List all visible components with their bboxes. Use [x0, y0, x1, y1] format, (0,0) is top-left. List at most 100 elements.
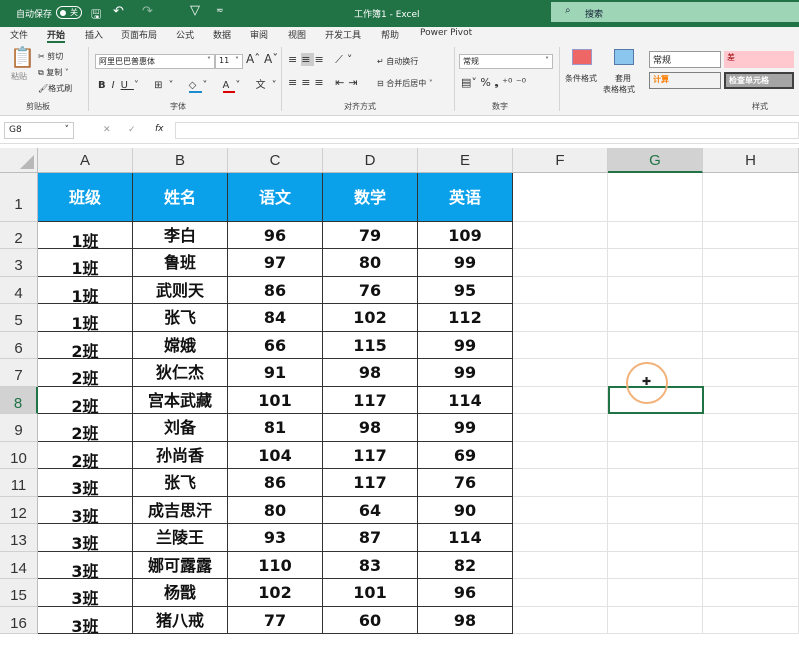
table-cell[interactable]: 117: [323, 442, 418, 469]
tab-5[interactable]: 数据: [213, 28, 231, 41]
vertical-align-buttons[interactable]: ≡≡≡ ⟋˅: [288, 53, 356, 67]
empty-cell[interactable]: [703, 332, 799, 359]
table-cell[interactable]: 3班: [38, 469, 133, 498]
table-cell[interactable]: 117: [323, 469, 418, 497]
empty-cell[interactable]: [513, 277, 608, 304]
table-cell[interactable]: 101: [228, 387, 323, 414]
table-cell[interactable]: 武则天: [133, 277, 228, 304]
table-cell[interactable]: 96: [228, 222, 323, 249]
table-cell[interactable]: 3班: [38, 579, 133, 608]
row-header-16[interactable]: 16: [0, 607, 38, 634]
table-cell[interactable]: 115: [323, 332, 418, 359]
empty-cell[interactable]: [513, 579, 608, 607]
empty-cell[interactable]: [513, 469, 608, 497]
table-header-cell[interactable]: 语文: [228, 173, 323, 222]
table-cell[interactable]: 66: [228, 332, 323, 359]
table-cell[interactable]: 91: [228, 359, 323, 387]
table-cell[interactable]: 81: [228, 414, 323, 442]
style-check-cell[interactable]: 检查单元格: [724, 72, 794, 89]
row-header-6[interactable]: 6: [0, 332, 38, 359]
conditional-format-button[interactable]: 条件格式: [565, 73, 597, 84]
table-cell[interactable]: 76: [418, 469, 513, 497]
table-cell[interactable]: 82: [418, 552, 513, 579]
table-cell[interactable]: 98: [323, 414, 418, 442]
table-cell[interactable]: 兰陵王: [133, 524, 228, 552]
font-style-buttons[interactable]: BIU˅ ⊞˅ ◇˅ A˅ 文˅: [98, 76, 283, 93]
column-header-E[interactable]: E: [418, 148, 513, 173]
table-cell[interactable]: 3班: [38, 524, 133, 553]
empty-cell[interactable]: [703, 607, 799, 634]
table-cell[interactable]: 嫦娥: [133, 332, 228, 359]
table-cell[interactable]: 狄仁杰: [133, 359, 228, 387]
merge-center-button[interactable]: ⊟ 合并后居中 ˅: [377, 78, 433, 89]
empty-cell[interactable]: [608, 249, 703, 277]
empty-cell[interactable]: [608, 277, 703, 304]
empty-cell[interactable]: [513, 524, 608, 552]
table-cell[interactable]: 109: [418, 222, 513, 249]
table-cell[interactable]: 101: [323, 579, 418, 607]
column-header-F[interactable]: F: [513, 148, 608, 173]
row-header-8[interactable]: 8: [0, 387, 38, 414]
column-header-C[interactable]: C: [228, 148, 323, 173]
tab-0[interactable]: 文件: [10, 28, 28, 41]
table-cell[interactable]: 95: [418, 277, 513, 304]
table-header-cell[interactable]: 英语: [418, 173, 513, 222]
style-bad[interactable]: 差: [724, 51, 794, 68]
empty-cell[interactable]: [703, 359, 799, 387]
empty-cell[interactable]: [703, 414, 799, 442]
table-cell[interactable]: 鲁班: [133, 249, 228, 277]
table-cell[interactable]: 86: [228, 469, 323, 497]
table-cell[interactable]: 97: [228, 249, 323, 277]
number-format-select[interactable]: 常规 ˅: [459, 54, 553, 69]
empty-cell[interactable]: [513, 304, 608, 332]
empty-cell[interactable]: [513, 222, 608, 249]
table-header-cell[interactable]: 姓名: [133, 173, 228, 222]
column-header-G[interactable]: G: [608, 148, 703, 173]
table-cell[interactable]: 117: [323, 387, 418, 414]
table-cell[interactable]: 77: [228, 607, 323, 634]
table-cell[interactable]: 93: [228, 524, 323, 552]
paste-icon[interactable]: 📋: [10, 45, 35, 69]
table-cell[interactable]: 2班: [38, 359, 133, 388]
table-cell[interactable]: 84: [228, 304, 323, 332]
row-header-3[interactable]: 3: [0, 249, 38, 277]
empty-cell[interactable]: [608, 414, 703, 442]
row-header-14[interactable]: 14: [0, 552, 38, 579]
table-cell[interactable]: 90: [418, 497, 513, 524]
name-box[interactable]: G8 ˅: [4, 122, 74, 139]
table-cell[interactable]: 宫本武藏: [133, 387, 228, 414]
column-header-D[interactable]: D: [323, 148, 418, 173]
empty-cell[interactable]: [703, 173, 799, 222]
table-cell[interactable]: 刘备: [133, 414, 228, 442]
empty-cell[interactable]: [703, 277, 799, 304]
table-cell[interactable]: 李白: [133, 222, 228, 249]
table-cell[interactable]: 2班: [38, 442, 133, 471]
column-header-H[interactable]: H: [703, 148, 799, 173]
row-header-5[interactable]: 5: [0, 304, 38, 332]
table-cell[interactable]: 3班: [38, 497, 133, 526]
empty-cell[interactable]: [608, 332, 703, 359]
empty-cell[interactable]: [608, 552, 703, 579]
table-cell[interactable]: 80: [228, 497, 323, 524]
empty-cell[interactable]: [608, 222, 703, 249]
empty-cell[interactable]: [513, 387, 608, 414]
tab-4[interactable]: 公式: [176, 28, 194, 41]
cut-button[interactable]: ✂ 剪切: [38, 51, 63, 62]
table-cell[interactable]: 2班: [38, 387, 133, 416]
undo-icon[interactable]: ↶: [113, 4, 124, 19]
tab-7[interactable]: 视图: [288, 28, 306, 41]
table-cell[interactable]: 114: [418, 387, 513, 414]
table-cell[interactable]: 102: [323, 304, 418, 332]
table-cell[interactable]: 1班: [38, 249, 133, 278]
row-header-7[interactable]: 7: [0, 359, 38, 387]
table-cell[interactable]: 猪八戒: [133, 607, 228, 634]
empty-cell[interactable]: [608, 579, 703, 607]
table-cell[interactable]: 79: [323, 222, 418, 249]
table-cell[interactable]: 孙尚香: [133, 442, 228, 469]
column-header-A[interactable]: A: [38, 148, 133, 173]
row-header-2[interactable]: 2: [0, 222, 38, 249]
select-all-button[interactable]: [0, 148, 38, 173]
empty-cell[interactable]: [608, 607, 703, 634]
row-header-11[interactable]: 11: [0, 469, 38, 497]
table-cell[interactable]: 99: [418, 332, 513, 359]
